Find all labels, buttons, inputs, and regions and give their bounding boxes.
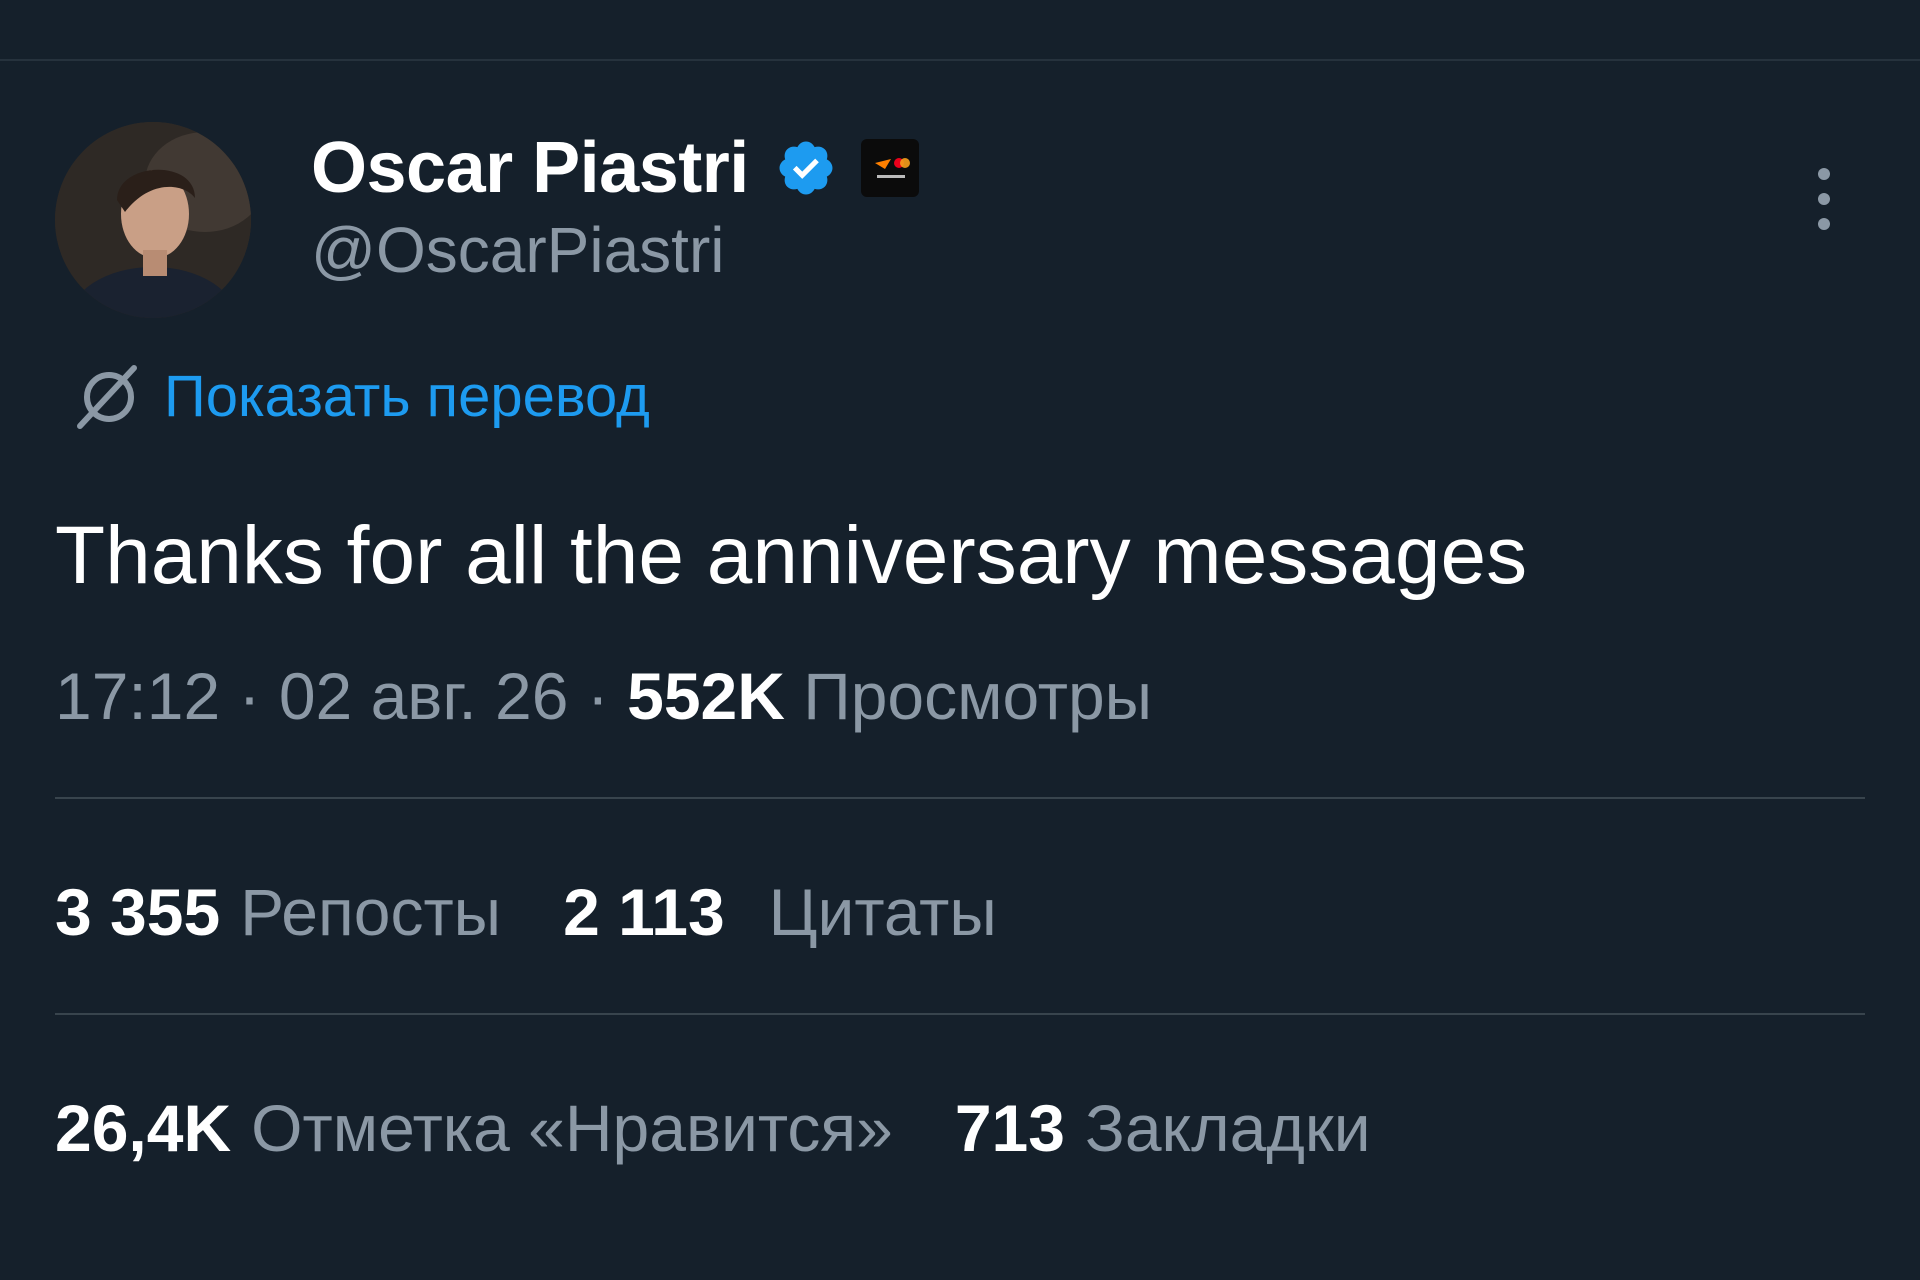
reposts-stat[interactable]: 3 355 Репосты (55, 872, 501, 952)
tweet-detail-page: Oscar Piastri @OscarPiastri Показать пер… (0, 0, 1920, 1280)
likes-label: Отметка «Нравится» (251, 1091, 893, 1165)
top-divider (0, 59, 1920, 61)
author-handle[interactable]: @OscarPiastri (311, 212, 919, 288)
likes-stat[interactable]: 26,4K Отметка «Нравится» (55, 1088, 893, 1168)
quotes-label: Цитаты (768, 875, 997, 949)
quotes-stat[interactable]: 2 113 Цитаты (563, 872, 997, 952)
bookmarks-stat[interactable]: 713 Закладки (955, 1088, 1371, 1168)
bookmarks-count: 713 (954, 1091, 1065, 1165)
show-translation-label: Показать перевод (164, 364, 650, 429)
stats-row-reposts-quotes: 3 355 Репосты 2 113 Цитаты (55, 872, 997, 952)
meta-separator: · (238, 659, 261, 733)
quotes-count: 2 113 (563, 875, 725, 949)
avatar-photo (55, 122, 251, 318)
author-info: Oscar Piastri @OscarPiastri (311, 130, 919, 288)
team-badge-icon[interactable] (860, 139, 919, 197)
stats-divider-top (55, 797, 1865, 799)
stats-row-likes-bookmarks: 26,4K Отметка «Нравится» 713 Закладки (55, 1088, 1371, 1168)
views-count: 552K (627, 659, 785, 733)
tweet-time[interactable]: 17:12 (55, 659, 220, 733)
avatar[interactable] (55, 122, 251, 318)
show-translation-button[interactable]: Показать перевод (72, 362, 650, 432)
translate-globe-icon (77, 365, 137, 429)
meta-separator: · (586, 659, 609, 733)
reposts-label: Репосты (240, 875, 502, 949)
tweet-date[interactable]: 02 авг. 26 (279, 659, 569, 733)
views-label: Просмотры (803, 659, 1153, 733)
tweet-text: Thanks for all the anniversary messages (55, 510, 1528, 601)
likes-count: 26,4K (55, 1091, 232, 1165)
more-options-icon[interactable] (1810, 166, 1838, 232)
author-name[interactable]: Oscar Piastri (311, 130, 749, 206)
reposts-count: 3 355 (55, 875, 221, 949)
author-name-row: Oscar Piastri (311, 130, 919, 206)
bookmarks-label: Закладки (1084, 1091, 1371, 1165)
verified-badge-icon[interactable] (775, 137, 837, 199)
stats-divider-middle (55, 1013, 1865, 1015)
tweet-meta: 17:12 · 02 авг. 26 · 552K Просмотры (55, 656, 1152, 736)
